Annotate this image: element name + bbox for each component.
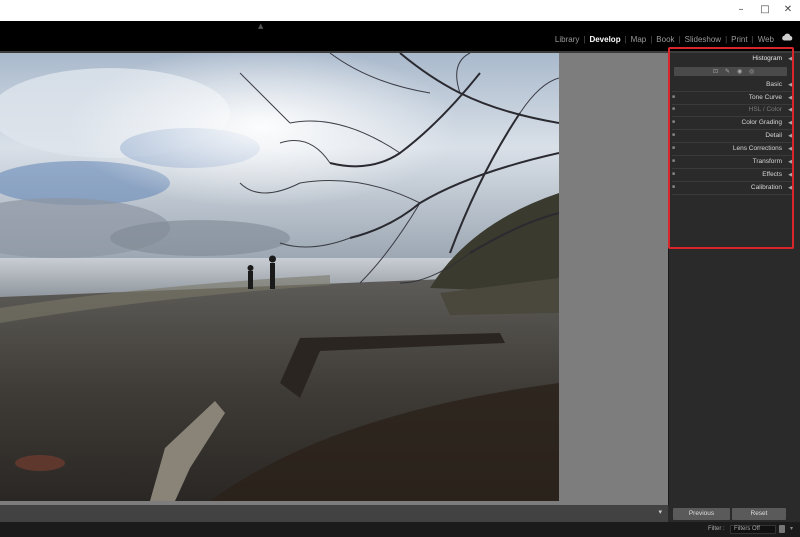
- panel-title: HSL / Color: [748, 106, 782, 113]
- panel-header-effects[interactable]: ■ Effects ◀: [672, 169, 794, 181]
- develop-right-panel: Histogram ◀ ⊡ ✎ ◉ ◎ Basic ◀ ■ Tone Curve…: [668, 53, 800, 505]
- tool-strip: ⊡ ✎ ◉ ◎: [674, 67, 787, 76]
- panel-title: Histogram: [752, 55, 782, 62]
- module-library[interactable]: Library: [551, 35, 583, 44]
- disclosure-triangle-icon[interactable]: ◀: [788, 95, 792, 101]
- panel-switch-icon[interactable]: ■: [672, 171, 675, 177]
- image-viewer[interactable]: [0, 53, 668, 505]
- masking-icon[interactable]: ◎: [749, 68, 754, 75]
- disclosure-triangle-icon[interactable]: ◀: [788, 146, 792, 152]
- module-book[interactable]: Book: [652, 35, 678, 44]
- filter-label: Filter :: [708, 526, 725, 532]
- previous-button[interactable]: Previous: [673, 508, 730, 520]
- panel-header-tone-curve[interactable]: ■ Tone Curve ◀: [672, 92, 794, 104]
- bottom-toolbar: ▾: [0, 505, 668, 522]
- panel-header-hsl-color[interactable]: ■ HSL / Color ◀: [672, 104, 794, 116]
- red-eye-icon[interactable]: ◉: [737, 68, 742, 75]
- module-list: Library | Develop | Map | Book | Slideshow | …: [551, 35, 778, 44]
- module-picker-bar: ▲ Library | Develop | Map | Book | Slideshow…: [0, 21, 800, 51]
- disclosure-triangle-icon[interactable]: ◀: [788, 120, 792, 126]
- panel-switch-icon[interactable]: ■: [672, 145, 675, 151]
- disclosure-triangle-icon[interactable]: ◀: [788, 185, 792, 191]
- cloud-sync-icon[interactable]: [781, 33, 793, 41]
- panel-collapse-handle[interactable]: ▲: [258, 22, 263, 30]
- disclosure-triangle-icon[interactable]: ◀: [788, 56, 792, 62]
- module-print[interactable]: Print: [727, 35, 751, 44]
- panel-header-color-grading[interactable]: ■ Color Grading ◀: [672, 117, 794, 129]
- chevron-down-icon[interactable]: ▾: [658, 508, 662, 516]
- panel-title: Tone Curve: [748, 94, 782, 101]
- module-map[interactable]: Map: [627, 35, 651, 44]
- filmstrip-bar: Filter : Filters Off ▾: [0, 522, 800, 537]
- lock-icon[interactable]: [779, 525, 785, 533]
- panel-switch-icon[interactable]: ■: [672, 119, 675, 125]
- module-slideshow[interactable]: Slideshow: [681, 35, 725, 44]
- close-button[interactable]: ✕: [777, 0, 799, 21]
- panel-header-calibration[interactable]: ■ Calibration ◀: [672, 182, 794, 194]
- minimize-button[interactable]: –: [730, 0, 752, 21]
- panel-header-histogram[interactable]: Histogram ◀: [672, 53, 794, 65]
- panel-switch-icon[interactable]: ■: [672, 106, 675, 112]
- panel-title: Lens Corrections: [732, 145, 782, 152]
- previous-reset-bar: Previous Reset: [668, 505, 800, 522]
- panel-switch-icon[interactable]: ■: [672, 158, 675, 164]
- disclosure-triangle-icon[interactable]: ◀: [788, 159, 792, 165]
- panel-header-transform[interactable]: ■ Transform ◀: [672, 156, 794, 168]
- panel-switch-icon[interactable]: ■: [672, 184, 675, 190]
- reset-button[interactable]: Reset: [732, 508, 786, 520]
- panel-title: Basic: [766, 81, 782, 88]
- module-develop[interactable]: Develop: [585, 35, 624, 44]
- photo-preview: [0, 53, 559, 501]
- crop-tool-icon[interactable]: ⊡: [713, 68, 718, 75]
- disclosure-triangle-icon[interactable]: ◀: [788, 107, 792, 113]
- panel-title: Color Grading: [741, 119, 782, 126]
- disclosure-triangle-icon[interactable]: ◀: [788, 172, 792, 178]
- panel-title: Calibration: [750, 184, 782, 191]
- chevron-down-icon[interactable]: ▾: [790, 525, 793, 532]
- filter-dropdown[interactable]: Filters Off: [730, 525, 776, 534]
- disclosure-triangle-icon[interactable]: ◀: [788, 133, 792, 139]
- panel-title: Effects: [762, 171, 782, 178]
- spot-removal-icon[interactable]: ✎: [725, 68, 730, 75]
- module-web[interactable]: Web: [754, 35, 778, 44]
- panel-header-basic[interactable]: Basic ◀: [672, 79, 794, 91]
- panel-divider: [672, 194, 794, 195]
- panel-header-lens-corrections[interactable]: ■ Lens Corrections ◀: [672, 143, 794, 155]
- panel-switch-icon[interactable]: ■: [672, 132, 675, 138]
- maximize-button[interactable]: □: [754, 0, 776, 21]
- panel-switch-icon[interactable]: ■: [672, 94, 675, 100]
- panel-title: Transform: [752, 158, 782, 165]
- panel-title: Detail: [765, 132, 782, 139]
- disclosure-triangle-icon[interactable]: ◀: [788, 82, 792, 88]
- window-titlebar: – □ ✕: [0, 0, 800, 21]
- panel-header-detail[interactable]: ■ Detail ◀: [672, 130, 794, 142]
